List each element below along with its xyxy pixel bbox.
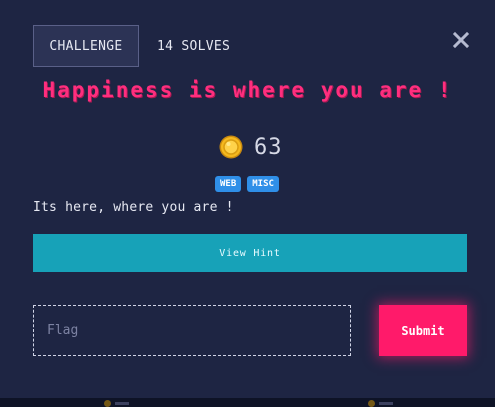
- challenge-tags: WEB MISC: [215, 176, 279, 192]
- background-card-ghost: [104, 400, 134, 407]
- solves-count[interactable]: 14 SOLVES: [157, 39, 230, 54]
- tag-web: WEB: [215, 176, 242, 192]
- challenge-description: Its here, where you are !: [33, 200, 234, 215]
- flag-input[interactable]: [33, 305, 351, 356]
- background-card-ghost: [368, 400, 398, 407]
- coin-icon: [219, 135, 243, 159]
- backdrop: [0, 398, 495, 407]
- challenge-points: 63: [219, 134, 283, 160]
- tag-misc: MISC: [247, 176, 279, 192]
- challenge-title: Happiness is where you are !: [42, 78, 453, 102]
- challenge-modal: CHALLENGE 14 SOLVES Happiness is where y…: [0, 0, 495, 398]
- tab-challenge[interactable]: CHALLENGE: [33, 25, 139, 67]
- close-icon[interactable]: [452, 31, 470, 49]
- submit-button[interactable]: Submit: [379, 305, 467, 356]
- points-value: 63: [254, 134, 283, 160]
- view-hint-button[interactable]: View Hint: [33, 234, 467, 272]
